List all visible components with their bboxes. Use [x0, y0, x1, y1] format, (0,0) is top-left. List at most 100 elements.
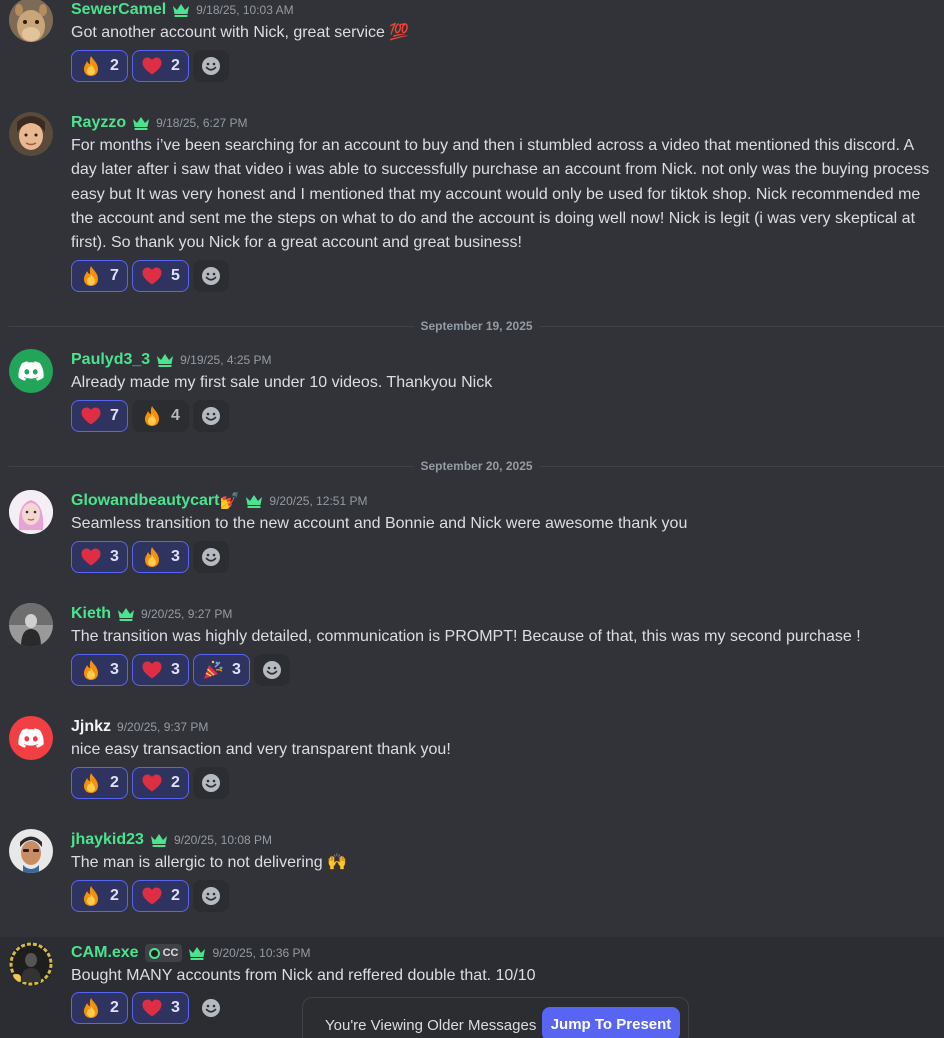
reaction-bar: 2 3	[71, 992, 229, 1024]
timestamp[interactable]: 9/18/25, 10:03 AM	[196, 0, 293, 20]
reaction-count: 3	[110, 548, 119, 565]
message: Jjnkz 9/20/25, 9:37 PM nice easy transac…	[0, 716, 944, 806]
reaction-count: 2	[110, 774, 119, 791]
guild-tag[interactable]: CC	[144, 944, 183, 962]
crown-icon	[172, 3, 190, 17]
reaction-count: 2	[110, 887, 119, 904]
timestamp[interactable]: 9/20/25, 9:27 PM	[141, 604, 232, 624]
add-reaction-button[interactable]	[193, 260, 229, 292]
timestamp[interactable]: 9/18/25, 6:27 PM	[156, 113, 247, 133]
username[interactable]: CAM.exe	[71, 943, 139, 963]
older-messages-bar: You're Viewing Older Messages Jump To Pr…	[302, 997, 689, 1038]
message-text: The man is allergic to not delivering 🙌	[71, 854, 348, 871]
reaction-heart[interactable]: 7	[71, 400, 128, 432]
reaction-fire[interactable]: 2	[71, 50, 128, 82]
message-text: For months i’ve been searching for an ac…	[71, 137, 930, 252]
reaction-heart[interactable]: 3	[71, 541, 128, 573]
divider-line	[9, 325, 415, 327]
reaction-fire[interactable]: 7	[71, 260, 128, 292]
reaction-fire[interactable]: 3	[132, 541, 189, 573]
jump-to-present-button[interactable]: Jump To Present	[542, 1007, 680, 1038]
crown-icon	[150, 833, 168, 847]
username[interactable]: Jjnkz	[71, 717, 111, 737]
reaction-count: 4	[171, 407, 180, 424]
add-reaction-button[interactable]	[193, 400, 229, 432]
reaction-heart[interactable]: 2	[132, 767, 189, 799]
username[interactable]: Glowandbeautycart	[71, 491, 219, 511]
add-reaction-button[interactable]	[193, 880, 229, 912]
avatar[interactable]	[9, 603, 53, 647]
username[interactable]: jhaykid23	[71, 830, 144, 850]
reaction-heart[interactable]: 3	[132, 992, 189, 1024]
timestamp[interactable]: 9/19/25, 4:25 PM	[180, 350, 271, 370]
smile-icon	[201, 406, 221, 426]
crown-icon	[188, 946, 206, 960]
avatar[interactable]	[9, 112, 53, 156]
person-avatar-image	[9, 942, 53, 986]
reaction-count: 2	[171, 57, 180, 74]
add-reaction-button[interactable]	[193, 50, 229, 82]
username[interactable]: SewerCamel	[71, 0, 166, 20]
username[interactable]: Rayzzo	[71, 113, 126, 133]
reaction-fire[interactable]: 2	[71, 992, 128, 1024]
reaction-fire[interactable]: 4	[132, 400, 189, 432]
avatar[interactable]	[9, 829, 53, 873]
divider-line	[538, 325, 944, 327]
timestamp[interactable]: 9/20/25, 9:37 PM	[117, 717, 208, 737]
username[interactable]: Kieth	[71, 604, 111, 624]
fire-icon	[141, 546, 163, 568]
crown-icon	[245, 494, 263, 508]
timestamp[interactable]: 9/20/25, 12:51 PM	[269, 491, 367, 511]
crown-icon	[117, 607, 135, 621]
reaction-bar: 2 2	[71, 767, 229, 799]
username[interactable]: Paulyd3_3	[71, 350, 150, 370]
fire-icon	[80, 265, 102, 287]
date-divider-label: September 19, 2025	[420, 319, 533, 333]
avatar[interactable]	[9, 490, 53, 534]
heart-icon	[141, 885, 163, 907]
reaction-heart[interactable]: 3	[132, 654, 189, 686]
reaction-heart[interactable]: 5	[132, 260, 189, 292]
message-text: Already made my first sale under 10 vide…	[71, 374, 493, 391]
reaction-party[interactable]: 3	[193, 654, 250, 686]
reaction-heart[interactable]: 2	[132, 880, 189, 912]
date-divider-label: September 20, 2025	[420, 459, 533, 473]
smile-icon	[201, 547, 221, 567]
avatar[interactable]	[9, 942, 53, 986]
nail-polish-emoji: 💅	[219, 493, 240, 510]
reaction-count: 7	[110, 407, 119, 424]
person-avatar-image	[9, 112, 53, 156]
avatar[interactable]	[9, 349, 53, 393]
crown-icon	[132, 116, 150, 130]
timestamp[interactable]: 9/20/25, 10:08 PM	[174, 830, 272, 850]
add-reaction-button[interactable]	[193, 767, 229, 799]
fire-icon	[80, 772, 102, 794]
reaction-count: 2	[171, 774, 180, 791]
add-reaction-button[interactable]	[254, 654, 290, 686]
reaction-bar: 7 4	[71, 400, 229, 432]
fire-icon	[80, 997, 102, 1019]
reaction-fire[interactable]: 2	[71, 767, 128, 799]
party-popper-icon	[202, 659, 224, 681]
heart-icon	[141, 772, 163, 794]
add-reaction-button[interactable]	[193, 992, 229, 1024]
tag-icon	[148, 947, 160, 959]
reaction-fire[interactable]: 2	[71, 880, 128, 912]
avatar[interactable]	[9, 0, 53, 42]
reaction-bar: 3 3	[71, 541, 229, 573]
reaction-heart[interactable]: 2	[132, 50, 189, 82]
smile-icon	[201, 56, 221, 76]
reaction-count: 5	[171, 267, 180, 284]
discord-icon	[18, 361, 44, 381]
reaction-bar: 3 3 3	[71, 654, 290, 686]
reaction-count: 3	[171, 548, 180, 565]
reaction-fire[interactable]: 3	[71, 654, 128, 686]
timestamp[interactable]: 9/20/25, 10:36 PM	[212, 943, 310, 963]
message: Kieth 9/20/25, 9:27 PM The transition wa…	[0, 603, 944, 693]
fire-icon	[141, 405, 163, 427]
avatar[interactable]	[9, 716, 53, 760]
add-reaction-button[interactable]	[193, 541, 229, 573]
message: Glowandbeautycart 💅 9/20/25, 12:51 PM Se…	[0, 490, 944, 580]
discord-icon	[18, 728, 44, 748]
smile-icon	[201, 773, 221, 793]
